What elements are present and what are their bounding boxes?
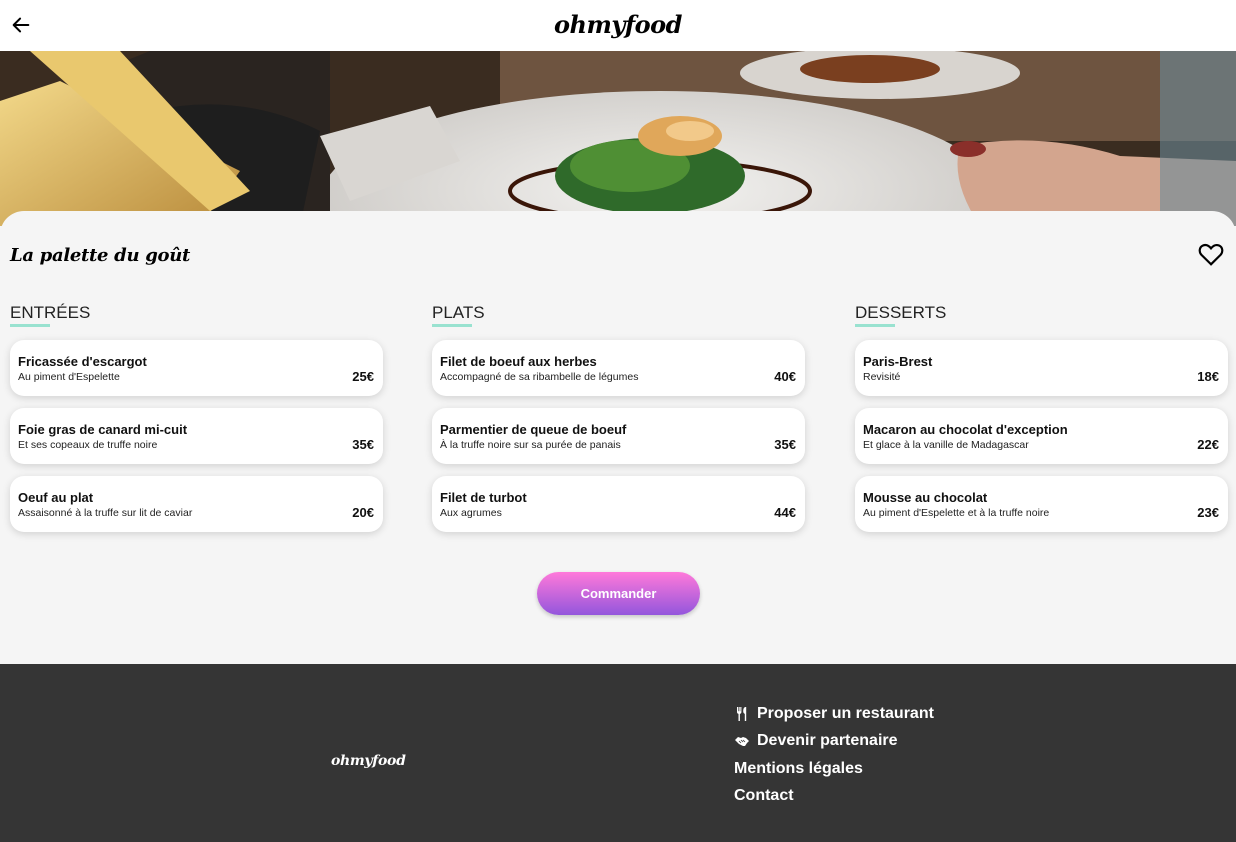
menu-item[interactable]: Filet de boeuf aux herbes Accompagné de … [432, 340, 805, 396]
top-header: ohmyfood [0, 0, 1236, 51]
dish-name: Filet de boeuf aux herbes [440, 354, 597, 369]
dish-price: 22€ [1197, 437, 1219, 452]
footer-link-label: Devenir partenaire [757, 732, 898, 750]
dish-price: 20€ [352, 505, 374, 520]
menu-item[interactable]: Macaron au chocolat d'exception Et glace… [855, 408, 1228, 464]
dish-description: Accompagné de sa ribambelle de légumes [440, 371, 639, 383]
dish-description: Et ses copeaux de truffe noire [18, 439, 158, 451]
footer-link-legal[interactable]: Mentions légales [734, 755, 934, 783]
dish-description: Revisité [863, 371, 901, 383]
dish-price: 44€ [774, 505, 796, 520]
dish-name: Filet de turbot [440, 490, 527, 505]
footer: ohmyfood Proposer un restaurant Devenir … [0, 664, 1236, 842]
menu-item[interactable]: Oeuf au plat Assaisonné à la truffe sur … [10, 476, 383, 532]
menu-column-title: ENTRÉES [10, 303, 90, 327]
dish-description: Assaisonné à la truffe sur lit de caviar [18, 507, 193, 519]
menu-item[interactable]: Parmentier de queue de boeuf À la truffe… [432, 408, 805, 464]
menu-item[interactable]: Fricassée d'escargot Au piment d'Espelet… [10, 340, 383, 396]
footer-link-label: Mentions légales [734, 759, 863, 777]
site-logo[interactable]: ohmyfood [0, 10, 1236, 39]
utensils-icon [737, 706, 747, 721]
dish-price: 23€ [1197, 505, 1219, 520]
menu-item[interactable]: Foie gras de canard mi-cuit Et ses copea… [10, 408, 383, 464]
footer-link-contact[interactable]: Contact [734, 783, 934, 811]
dish-description: Au piment d'Espelette et à la truffe noi… [863, 507, 1050, 519]
dish-price: 35€ [352, 437, 374, 452]
dish-name: Fricassée d'escargot [18, 354, 147, 369]
hero-image [0, 51, 1236, 226]
footer-links: Proposer un restaurant Devenir partenair… [734, 700, 934, 810]
dish-name: Foie gras de canard mi-cuit [18, 422, 188, 437]
footer-link-label: Contact [734, 787, 794, 805]
footer-link-propose-restaurant[interactable]: Proposer un restaurant [734, 700, 934, 728]
menu-column-desserts: DESSERTS Paris-Brest Revisité 18€ Macaro… [855, 303, 1228, 532]
dish-name: Macaron au chocolat d'exception [863, 422, 1068, 437]
menu-section: La palette du goût ENTRÉES Fricassée d'e… [0, 211, 1236, 664]
menu-column-plats: PLATS Filet de boeuf aux herbes Accompag… [432, 303, 805, 532]
heart-icon[interactable] [1198, 242, 1224, 266]
dish-price: 40€ [774, 369, 796, 384]
menu-item[interactable]: Mousse au chocolat Au piment d'Espelette… [855, 476, 1228, 532]
dish-name: Mousse au chocolat [863, 490, 988, 505]
dish-price: 35€ [774, 437, 796, 452]
handshake-icon [735, 737, 749, 747]
dish-price: 25€ [352, 369, 374, 384]
dish-description: Aux agrumes [440, 507, 502, 519]
dish-description: Et glace à la vanille de Madagascar [863, 439, 1029, 451]
menu-column-title: PLATS [432, 303, 485, 327]
dish-name: Parmentier de queue de boeuf [440, 422, 627, 437]
footer-link-label: Proposer un restaurant [757, 704, 934, 722]
dish-description: Au piment d'Espelette [18, 371, 120, 383]
menu-item[interactable]: Paris-Brest Revisité 18€ [855, 340, 1228, 396]
dish-description: À la truffe noire sur sa purée de panais [440, 439, 621, 451]
dish-name: Oeuf au plat [18, 490, 94, 505]
order-button[interactable]: Commander [537, 572, 700, 615]
menu-column-title: DESSERTS [855, 303, 946, 327]
dish-name: Paris-Brest [863, 354, 933, 369]
menu-item[interactable]: Filet de turbot Aux agrumes 44€ [432, 476, 805, 532]
dish-price: 18€ [1197, 369, 1219, 384]
restaurant-name: La palette du goût [10, 245, 191, 266]
footer-link-become-partner[interactable]: Devenir partenaire [734, 728, 934, 756]
menu-column-entrees: ENTRÉES Fricassée d'escargot Au piment d… [10, 303, 383, 532]
footer-logo[interactable]: ohmyfood [331, 753, 406, 769]
